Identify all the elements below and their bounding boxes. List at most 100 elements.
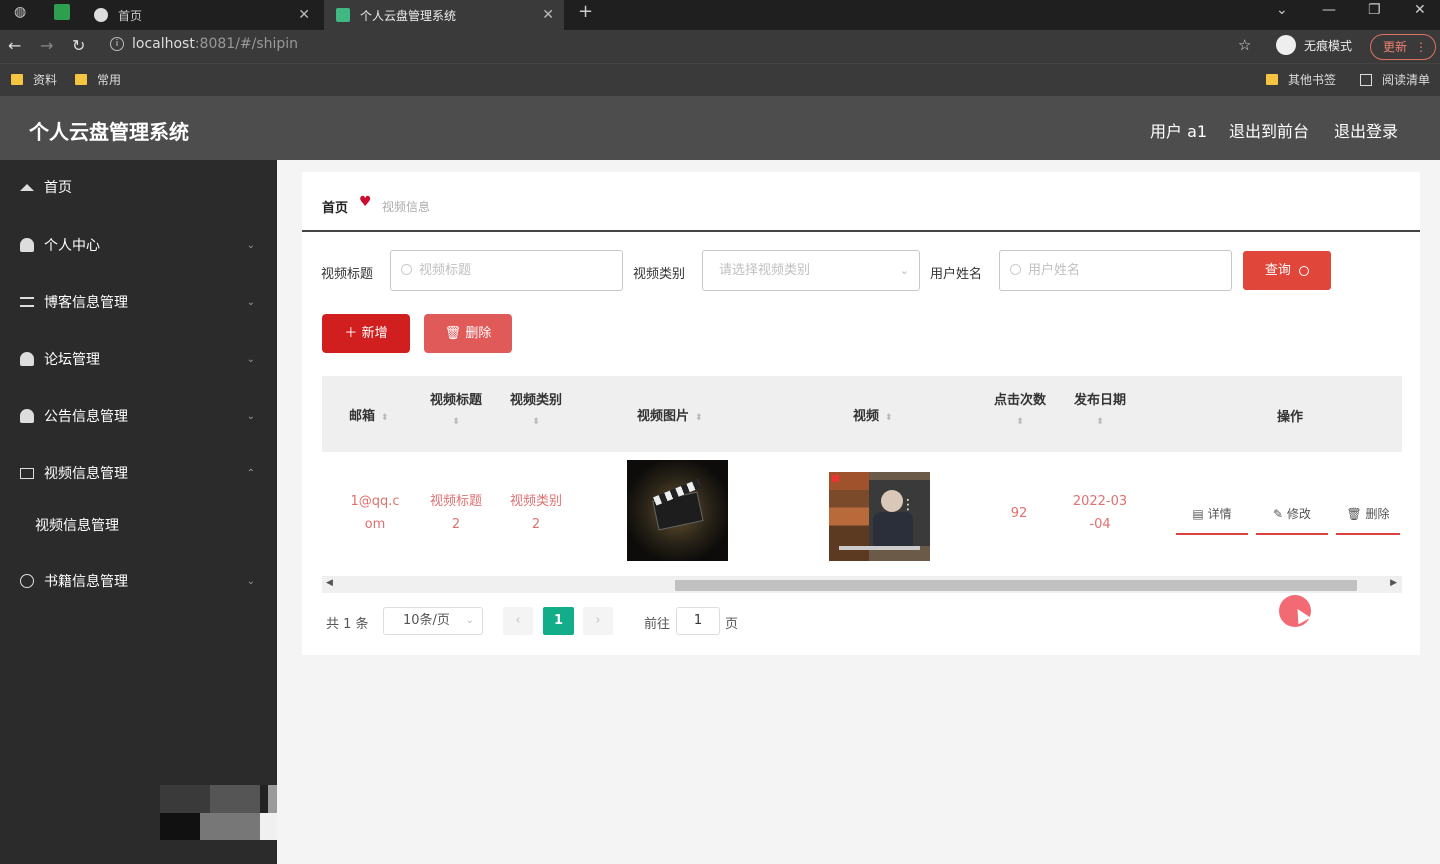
video-progress-bar[interactable] — [839, 546, 920, 550]
sort-icon[interactable]: ⬍ — [992, 418, 1048, 427]
current-page-button[interactable]: 1 — [543, 607, 574, 635]
back-to-front-link[interactable]: 退出到前台 — [1229, 118, 1309, 142]
scrollbar-thumb[interactable] — [675, 580, 1357, 591]
chevron-down-icon[interactable]: ⌄ — [1276, 2, 1288, 18]
next-page-button[interactable]: › — [583, 607, 613, 635]
prev-page-button[interactable]: ‹ — [503, 607, 533, 635]
other-bookmarks-label: 其他书签 — [1288, 73, 1337, 87]
goto-page-input[interactable]: 1 — [676, 607, 720, 635]
clock-icon — [20, 574, 34, 588]
new-tab-button[interactable]: + — [578, 1, 593, 22]
edit-button[interactable]: ✎ 修改 — [1256, 494, 1328, 535]
column-label: 视频图片 — [637, 409, 690, 424]
video-cover-image[interactable] — [627, 460, 728, 561]
sidebar-item-blog[interactable]: 博客信息管理 ⌄ — [0, 277, 277, 327]
sidebar-item-books[interactable]: 书籍信息管理 ⌄ — [0, 556, 277, 606]
bookmark-folder[interactable]: 资料 — [11, 71, 57, 88]
tab-label: 个人云盘管理系统 — [360, 8, 457, 23]
incognito-indicator[interactable]: 无痕模式 — [1276, 35, 1352, 55]
page-size-select[interactable]: 10条/页 ⌄ — [383, 607, 483, 635]
column-header-image[interactable]: 视频图片 ⬍ — [637, 405, 703, 424]
update-button[interactable]: 更新 ⋮ — [1370, 34, 1436, 60]
detail-button[interactable]: ▤ 详情 — [1176, 494, 1248, 535]
chevron-down-icon: ⌄ — [899, 264, 909, 277]
column-header-date[interactable]: 发布日期 ⬍ — [1072, 389, 1128, 427]
content-card: 视频标题 视频标题 视频类别 请选择视频类别 ⌄ 用户姓名 用户姓名 查询 ＋ … — [302, 232, 1420, 655]
tab-home[interactable]: 首页 ✕ — [84, 0, 320, 30]
category-select[interactable]: 请选择视频类别 ⌄ — [702, 250, 920, 291]
chevron-down-icon: ⌄ — [246, 239, 255, 251]
sidebar-subitem-video[interactable]: 视频信息管理 — [0, 500, 277, 550]
column-header-email[interactable]: 邮箱 ⬍ — [349, 405, 389, 424]
row-delete-button[interactable]: 🗑 删除 — [1336, 494, 1400, 535]
globe-icon — [94, 8, 108, 22]
column-header-title[interactable]: 视频标题 ⬍ — [428, 389, 484, 427]
bookmarks-bar: 资料 常用 其他书签 阅读清单 — [0, 63, 1440, 96]
incognito-label: 无痕模式 — [1304, 38, 1353, 53]
scroll-left-icon[interactable]: ◀ — [326, 578, 333, 588]
restore-icon[interactable]: ❐ — [1368, 2, 1381, 18]
user-search-input[interactable]: 用户姓名 — [999, 250, 1232, 291]
sidebar-item-label: 论坛管理 — [44, 352, 100, 368]
more-icon[interactable]: ⋮ — [901, 498, 915, 512]
sidebar-item-label: 公告信息管理 — [44, 409, 128, 425]
column-header-clicks[interactable]: 点击次数 ⬍ — [992, 389, 1048, 427]
scroll-right-icon[interactable]: ▶ — [1390, 578, 1397, 588]
sidebar-item-home[interactable]: 首页 — [0, 162, 277, 212]
star-icon[interactable]: ☆ — [1238, 36, 1251, 54]
record-icon — [832, 475, 839, 482]
back-icon[interactable]: ← — [8, 36, 21, 55]
sort-icon[interactable]: ⬍ — [1072, 418, 1128, 427]
sidebar-item-video[interactable]: 视频信息管理 ⌃ — [0, 448, 277, 498]
page-unit-label: 页 — [725, 617, 739, 632]
bookmark-folder[interactable]: 常用 — [75, 71, 121, 88]
more-icon[interactable]: ⋮ — [1415, 35, 1427, 59]
browser-icon[interactable]: ◍ — [14, 4, 26, 20]
forward-icon[interactable]: → — [40, 36, 53, 55]
sidebar-item-notice[interactable]: 公告信息管理 ⌄ — [0, 391, 277, 441]
update-label: 更新 — [1383, 40, 1408, 54]
sidebar-item-personal[interactable]: 个人中心 ⌄ — [0, 220, 277, 270]
sort-icon[interactable]: ⬍ — [885, 413, 893, 423]
table-horizontal-scrollbar[interactable]: ◀ ▶ — [322, 577, 1402, 593]
breadcrumb: 首页 ♥ 视频信息 — [302, 172, 1420, 232]
table-row: 1@qq.c om 视频标题 2 视频类别 2 ⋮ 92 2022-03 -04… — [322, 452, 1402, 577]
heart-icon: ♥ — [359, 194, 372, 210]
column-header-category[interactable]: 视频类别 ⬍ — [508, 389, 564, 427]
close-icon[interactable]: ✕ — [542, 7, 554, 23]
other-bookmarks[interactable]: 其他书签 — [1266, 71, 1336, 88]
delete-button[interactable]: 🗑 删除 — [424, 314, 512, 353]
search-icon — [1299, 265, 1310, 276]
search-button[interactable]: 查询 — [1243, 251, 1331, 290]
sort-icon[interactable]: ⬍ — [695, 413, 703, 423]
close-icon[interactable]: ✕ — [298, 7, 310, 23]
minimize-icon[interactable]: — — [1322, 2, 1336, 18]
chevron-down-icon: ⌄ — [246, 353, 255, 365]
thumbnail-person — [881, 490, 903, 512]
close-window-icon[interactable]: ✕ — [1414, 2, 1426, 18]
sidebar-subitem-label: 视频信息管理 — [35, 518, 119, 534]
sidebar: 首页 个人中心 ⌄ 博客信息管理 ⌄ 论坛管理 ⌄ 公告信息管理 ⌄ 视频信息管… — [0, 160, 277, 864]
folder-icon — [11, 74, 23, 85]
thumbnail-body — [873, 512, 913, 547]
column-header-video[interactable]: 视频 ⬍ — [853, 405, 893, 424]
video-thumbnail[interactable]: ⋮ — [829, 472, 930, 561]
reload-icon[interactable]: ↻ — [72, 36, 85, 55]
sidebar-item-forum[interactable]: 论坛管理 ⌄ — [0, 334, 277, 384]
info-icon[interactable]: i — [110, 37, 124, 51]
user-icon — [20, 352, 34, 366]
app-favicon-icon[interactable] — [54, 4, 70, 20]
tab-app[interactable]: 个人云盘管理系统 ✕ — [324, 0, 564, 30]
breadcrumb-home[interactable]: 首页 — [322, 197, 348, 216]
logout-link[interactable]: 退出登录 — [1334, 118, 1398, 142]
search-icon — [401, 264, 412, 275]
title-filter-label: 视频标题 — [321, 267, 374, 282]
title-search-input[interactable]: 视频标题 — [390, 250, 623, 291]
sort-icon[interactable]: ⬍ — [381, 413, 389, 423]
row-delete-label: 删除 — [1365, 507, 1390, 521]
reading-list[interactable]: 阅读清单 — [1360, 71, 1430, 88]
url-field[interactable]: i localhost:8081/#/shipin — [110, 36, 298, 52]
add-button[interactable]: ＋ 新增 — [322, 314, 410, 353]
sort-icon[interactable]: ⬍ — [428, 418, 484, 427]
sort-icon[interactable]: ⬍ — [508, 418, 564, 427]
